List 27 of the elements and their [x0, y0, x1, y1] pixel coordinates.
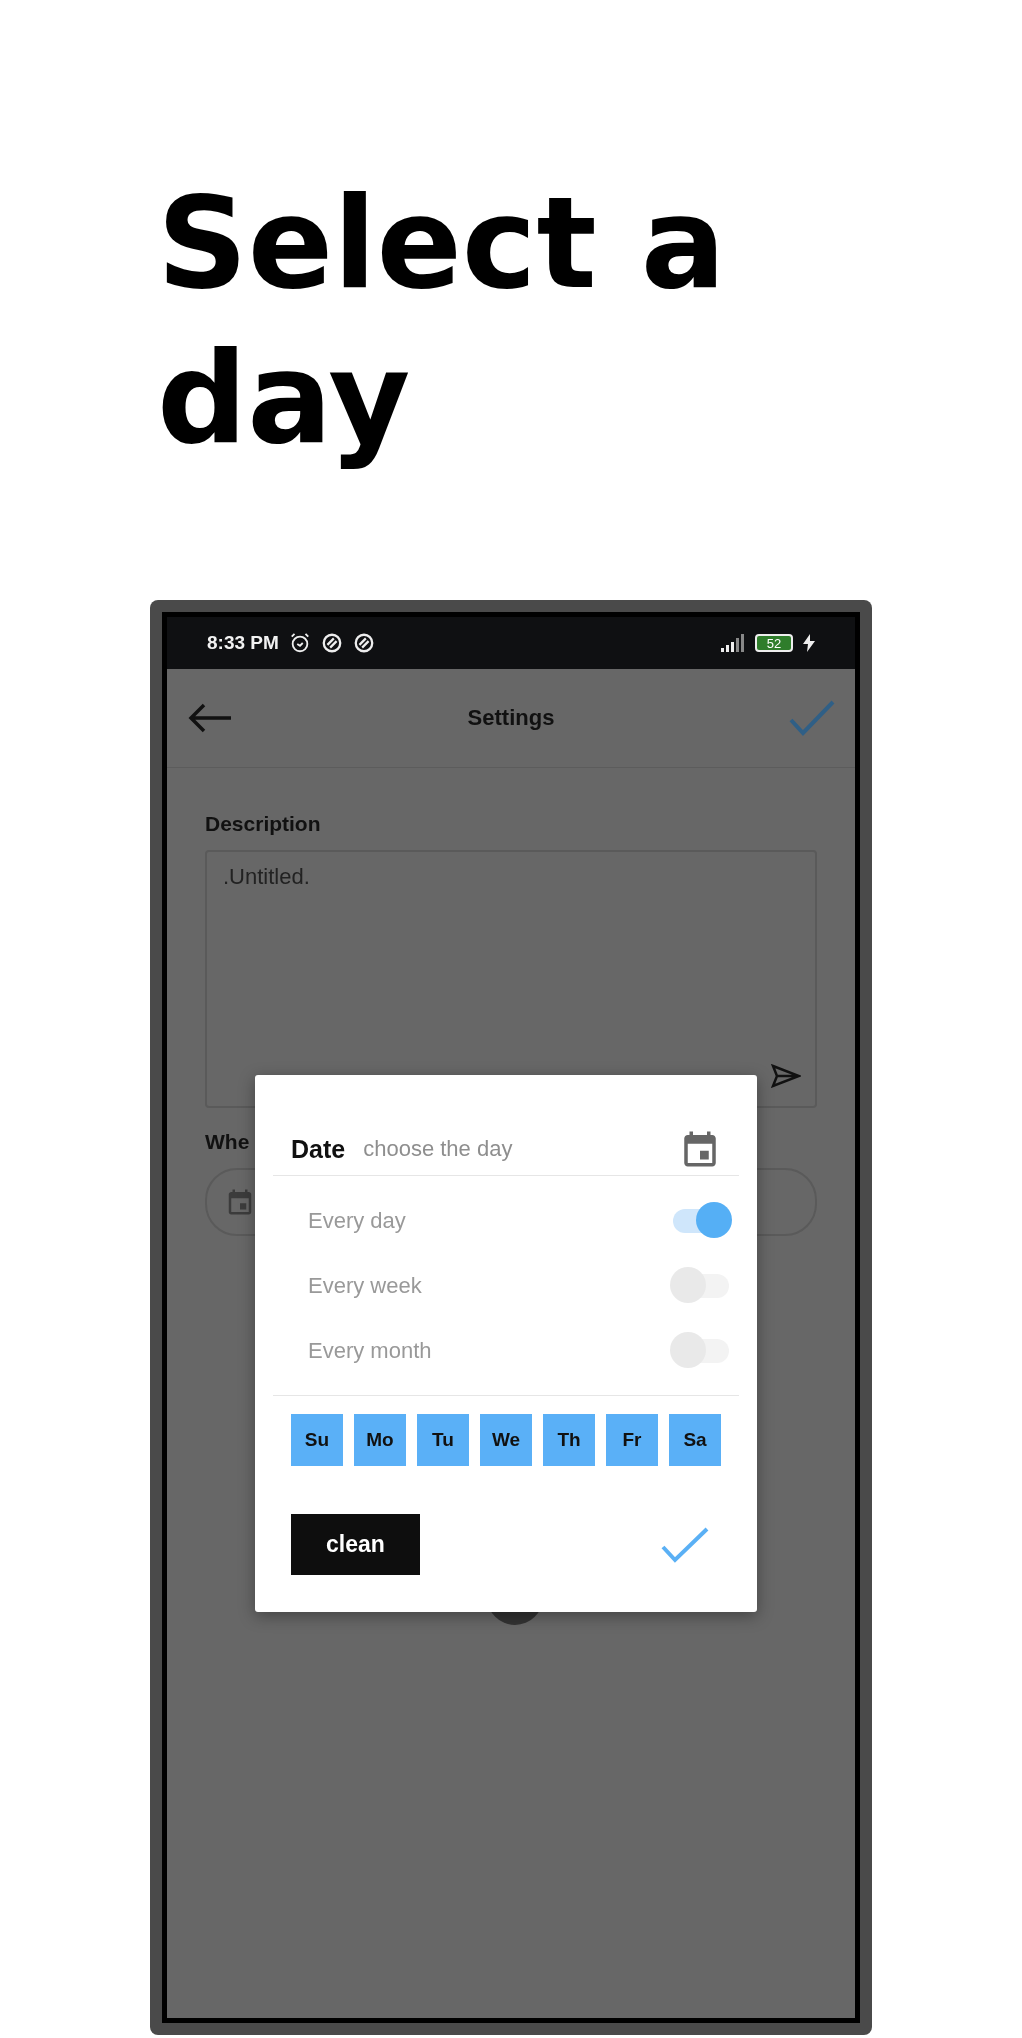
- day-chip[interactable]: Tu: [417, 1414, 469, 1466]
- circle-icon: [320, 632, 343, 654]
- status-time: 8:33 PM: [207, 632, 279, 654]
- checkmark-icon[interactable]: [789, 700, 835, 736]
- toggle-label: Every day: [308, 1207, 406, 1234]
- dialog-subtitle: choose the day: [363, 1136, 514, 1162]
- clean-button[interactable]: clean: [291, 1514, 420, 1575]
- day-chip[interactable]: We: [480, 1414, 532, 1466]
- day-chip[interactable]: Mo: [354, 1414, 406, 1466]
- send-icon[interactable]: [771, 1064, 801, 1088]
- battery-indicator: 52: [755, 634, 793, 652]
- dialog-title: Date: [291, 1134, 346, 1164]
- day-chip[interactable]: Su: [291, 1414, 343, 1466]
- back-arrow-icon[interactable]: [187, 702, 233, 734]
- day-chip[interactable]: Sa: [669, 1414, 721, 1466]
- toggle-label: Every week: [308, 1272, 422, 1299]
- lightning-icon: [803, 634, 815, 652]
- toggle-label: Every month: [308, 1337, 432, 1364]
- page-heading: Select a day: [157, 169, 727, 474]
- day-chip[interactable]: Th: [543, 1414, 595, 1466]
- field-label: Whe: [205, 1130, 250, 1153]
- signal-icon: [721, 634, 745, 652]
- screen-title: Settings: [467, 705, 555, 731]
- day-chip[interactable]: Fr: [606, 1414, 658, 1466]
- circle-icon: [352, 632, 375, 654]
- checkmark-icon[interactable]: [661, 1526, 709, 1563]
- field-label: Description: [205, 812, 322, 836]
